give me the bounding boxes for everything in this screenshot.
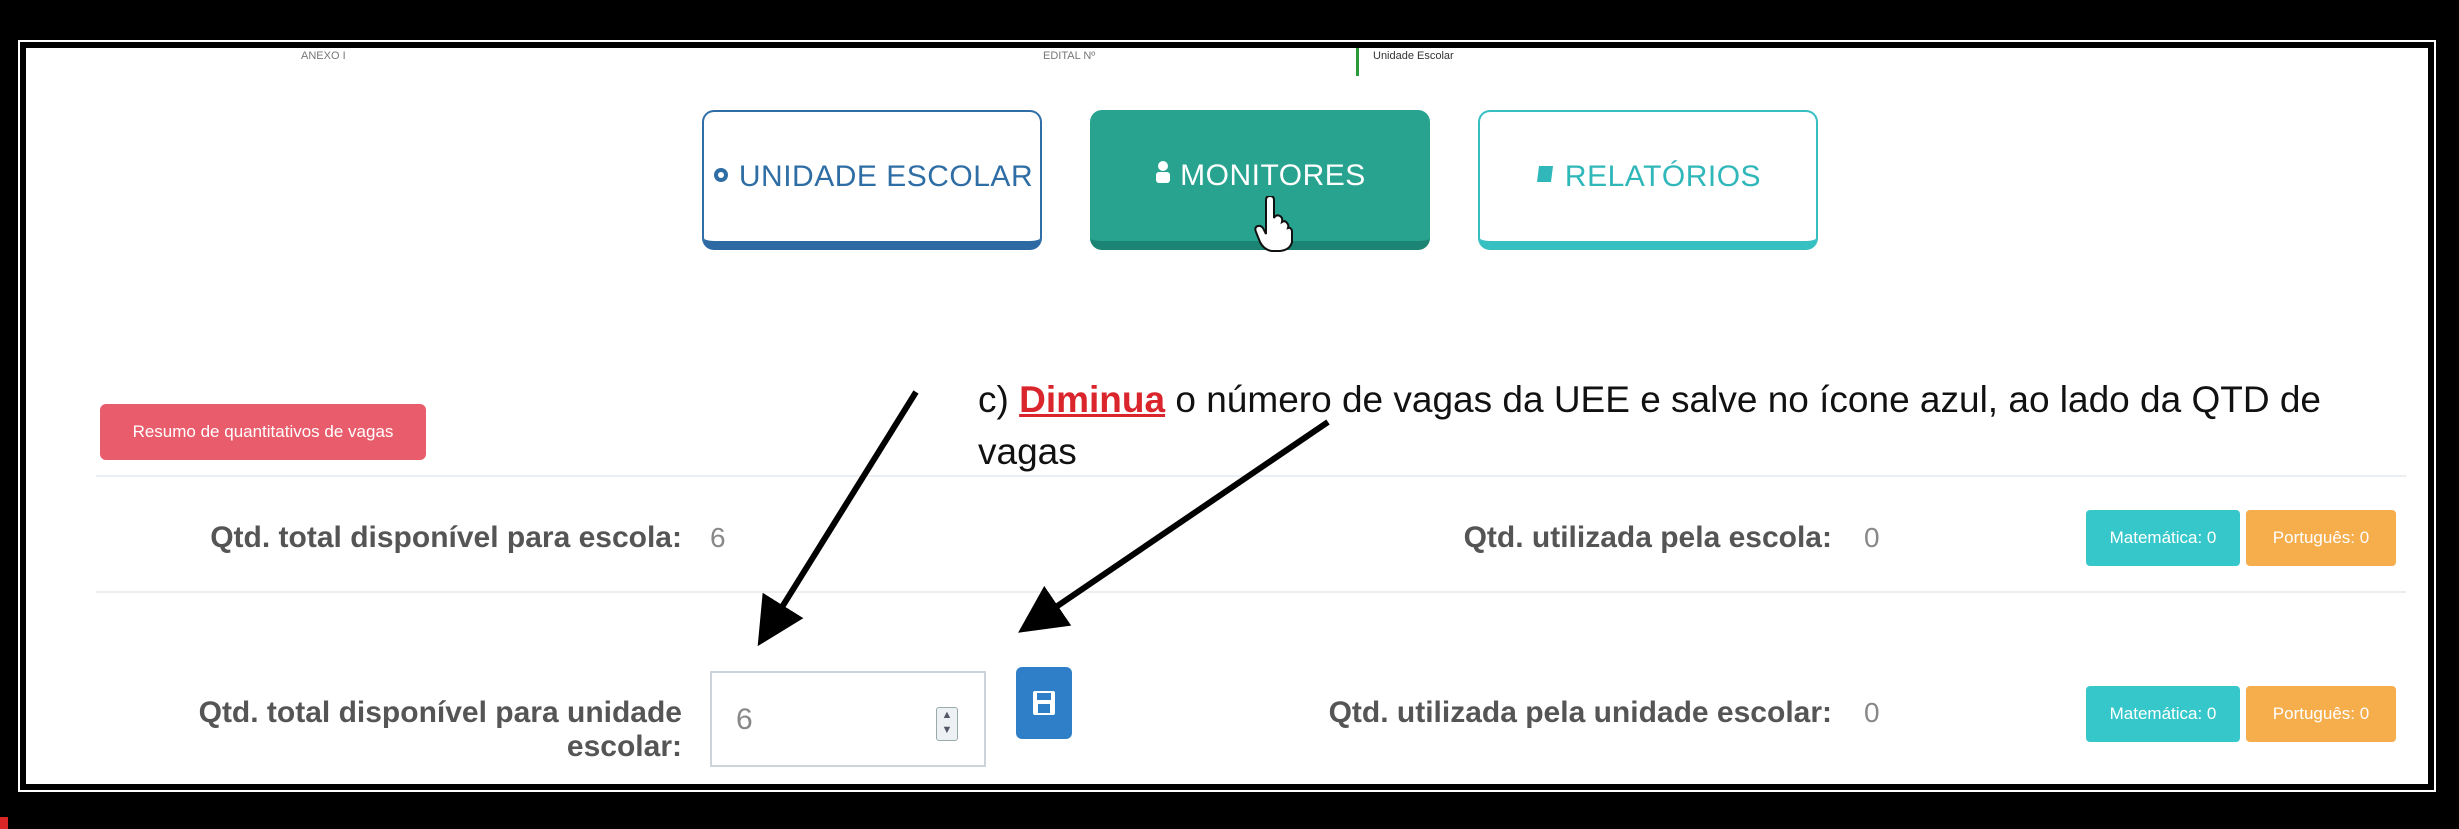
qtd-total-escola-label: Qtd. total disponível para escola:	[210, 521, 682, 554]
matematica-escola-text: Matemática: 0	[2109, 528, 2217, 547]
edital-label: EDITAL Nº	[1043, 50, 1096, 62]
app-screen: ANEXO I EDITAL Nº Unidade Escolar UNIDAD…	[26, 48, 2428, 784]
resumo-vagas-badge[interactable]: Resumo de quantitativos de vagas	[100, 404, 426, 460]
annotation-text: o número de vagas da UEE e salve no ícon…	[978, 379, 2322, 472]
annotation-prefix: c)	[978, 379, 1020, 420]
anexo-label: ANEXO I	[301, 50, 346, 62]
hand-cursor-icon	[1254, 196, 1293, 252]
portugues-escola-pill: Português: 0	[2246, 510, 2396, 566]
screenshot-frame: ANEXO I EDITAL Nº Unidade Escolar UNIDAD…	[18, 40, 2436, 792]
matematica-unidade-text: Matemática: 0	[2109, 704, 2217, 723]
annotation-highlight: Diminua	[1019, 379, 1166, 420]
qtd-utilizada-unidade-value: 0	[1864, 697, 1880, 728]
resumo-vagas-label: Resumo de quantitativos de vagas	[132, 422, 394, 441]
qtd-utilizada-escola-label: Qtd. utilizada pela escola:	[1463, 521, 1832, 554]
qtd-total-unidade-label: Qtd. total disponível para unidade escol…	[198, 696, 682, 763]
monitores-label: MONITORES	[1180, 158, 1366, 192]
portugues-escola-text: Português: 0	[2272, 528, 2370, 547]
green-marker	[1356, 48, 1359, 76]
portugues-unidade-pill: Português: 0	[2246, 686, 2396, 742]
portugues-unidade-text: Português: 0	[2272, 704, 2370, 723]
instruction-annotation: c) Diminua o número de vagas da UEE e sa…	[978, 374, 2378, 478]
top-strip: ANEXO I EDITAL Nº Unidade Escolar	[26, 48, 2428, 84]
user-icon	[1154, 160, 1172, 191]
qtd-utilizada-escola-value: 0	[1864, 522, 1880, 553]
save-button[interactable]	[1016, 667, 1072, 739]
relatorios-label: RELATÓRIOS	[1564, 159, 1762, 193]
red-corner-mark	[0, 817, 8, 829]
book-icon	[1535, 161, 1557, 192]
unidade-escolar-button[interactable]: UNIDADE ESCOLAR	[702, 110, 1042, 250]
divider-middle	[96, 591, 2406, 593]
matematica-unidade-pill: Matemática: 0	[2086, 686, 2240, 742]
qtd-total-escola-value: 6	[710, 522, 726, 553]
qtd-unidade-input[interactable]	[736, 703, 916, 737]
unidade-escolar-label: UNIDADE ESCOLAR	[738, 159, 1034, 193]
floppy-disk-icon	[1033, 691, 1055, 715]
relatorios-button[interactable]: RELATÓRIOS	[1478, 110, 1818, 250]
gear-icon	[711, 161, 731, 192]
arrow-to-input	[757, 390, 919, 647]
qtd-utilizada-unidade-label: Qtd. utilizada pela unidade escolar:	[1328, 696, 1832, 729]
unidade-escolar-label: Unidade Escolar	[1373, 50, 1454, 62]
qtd-unidade-stepper[interactable]: ▲▼	[710, 671, 986, 767]
matematica-escola-pill: Matemática: 0	[2086, 510, 2240, 566]
spinner-arrows-icon[interactable]: ▲ ▼	[936, 707, 958, 741]
